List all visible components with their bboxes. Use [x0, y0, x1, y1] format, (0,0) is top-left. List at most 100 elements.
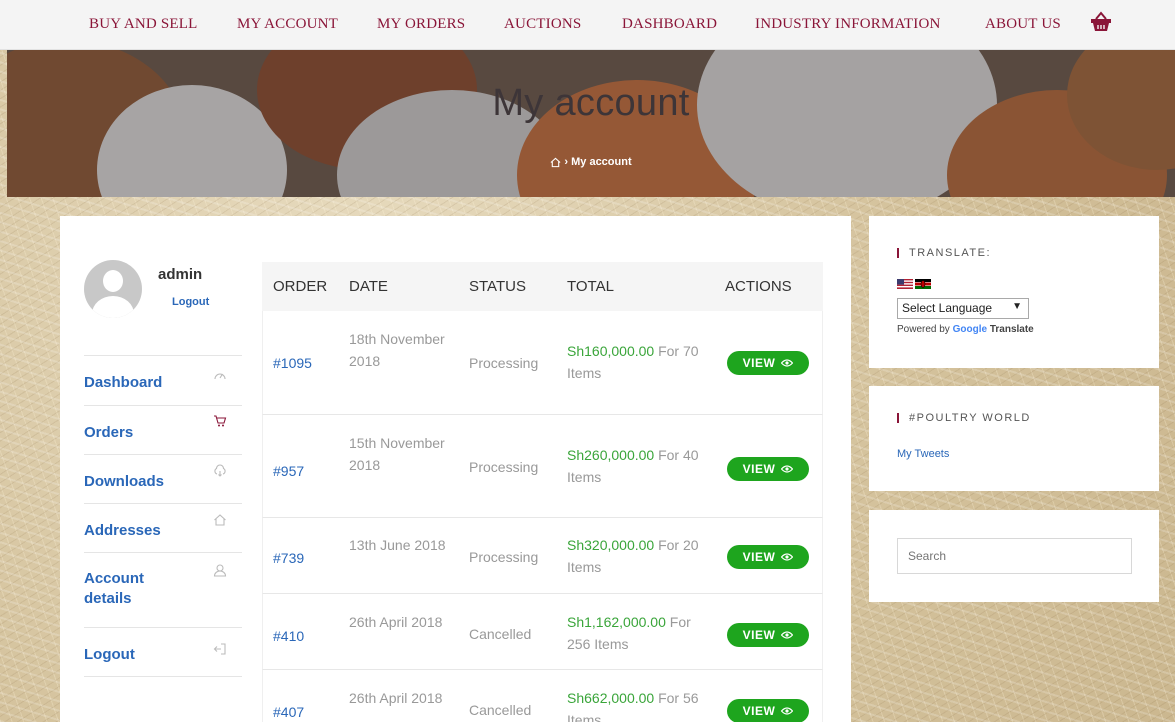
nav-auctions[interactable]: AUCTIONS: [504, 16, 581, 33]
header-order: ORDER: [273, 278, 328, 295]
account-nav-addresses[interactable]: Addresses: [84, 503, 242, 552]
cloud-download-icon: [214, 464, 226, 477]
account-nav-downloads[interactable]: Downloads: [84, 454, 242, 503]
account-nav-logout[interactable]: Logout: [84, 627, 242, 677]
nav-buy-and-sell[interactable]: BUY AND SELL: [89, 16, 198, 33]
my-tweets-link[interactable]: My Tweets: [897, 448, 949, 460]
account-nav-label: Orders: [84, 424, 134, 441]
header-status: STATUS: [469, 278, 526, 295]
language-flags: [897, 276, 933, 294]
view-button-label: VIEW: [742, 356, 776, 370]
basket-icon[interactable]: [1089, 10, 1113, 34]
order-date: 26th April 2018: [349, 690, 443, 706]
header-date: DATE: [349, 278, 388, 295]
orders-table-header: ORDER DATE STATUS TOTAL ACTIONS: [262, 262, 823, 311]
language-select[interactable]: Select Language ▼: [897, 298, 1029, 319]
view-button-label: VIEW: [742, 550, 776, 564]
nav-about-us[interactable]: ABOUT US: [985, 16, 1061, 33]
view-button-label: VIEW: [742, 628, 776, 642]
table-row: #739 13th June 2018 Processing Sh320,000…: [262, 518, 823, 594]
powered-by-label: Powered by: [897, 324, 950, 335]
cart-icon: [214, 415, 227, 427]
account-nav-orders[interactable]: Orders: [84, 405, 242, 454]
order-amount: Sh1,162,000.00: [567, 614, 666, 630]
view-order-button[interactable]: VIEW: [727, 699, 809, 722]
username: admin: [158, 266, 203, 283]
order-date: 13th June 2018: [349, 537, 446, 553]
account-nav-account-details[interactable]: Account details: [84, 552, 242, 627]
account-nav-dashboard[interactable]: Dashboard: [84, 355, 242, 405]
orders-table: ORDER DATE STATUS TOTAL ACTIONS #1095 18…: [262, 262, 823, 722]
view-order-button[interactable]: VIEW: [727, 623, 809, 647]
order-amount: Sh160,000.00: [567, 343, 655, 359]
user-icon: [213, 564, 227, 577]
order-number-link[interactable]: #407: [273, 701, 304, 722]
widget-title: #POULTRY WORLD: [897, 413, 1031, 424]
eye-icon: [781, 631, 794, 639]
order-total: Sh320,000.00 For 20 Items: [567, 534, 707, 578]
user-logout-link[interactable]: Logout: [172, 296, 209, 308]
home-icon: [214, 514, 226, 526]
poultry-world-widget: #POULTRY WORLD My Tweets: [869, 386, 1159, 491]
order-total: Sh160,000.00 For 70 Items: [567, 340, 707, 384]
account-navigation: Dashboard Orders Downloads Addresses Acc…: [84, 355, 242, 677]
translate-widget: TRANSLATE: Select Language ▼ Powered by …: [869, 216, 1159, 368]
view-order-button[interactable]: VIEW: [727, 351, 809, 375]
avatar: [84, 260, 142, 318]
nav-dashboard[interactable]: DASHBOARD: [622, 16, 717, 33]
eye-icon: [781, 359, 794, 367]
nav-my-account[interactable]: MY ACCOUNT: [237, 16, 338, 33]
nav-industry-information[interactable]: INDUSTRY INFORMATION: [755, 16, 941, 33]
account-nav-label: Addresses: [84, 522, 161, 539]
chevron-down-icon: ▼: [1012, 301, 1022, 312]
table-row: #410 26th April 2018 Cancelled Sh1,162,0…: [262, 594, 823, 670]
powered-by-google: Powered by Google Translate: [897, 324, 1034, 335]
page-title: My account: [492, 82, 690, 124]
hero-banner: My account › My account: [7, 50, 1175, 197]
account-nav-label: Dashboard: [84, 374, 163, 391]
us-flag-icon[interactable]: [897, 279, 913, 289]
kenya-flag-icon[interactable]: [915, 279, 931, 289]
google-logo[interactable]: Google: [953, 324, 987, 335]
table-row: #957 15th November 2018 Processing Sh260…: [262, 415, 823, 518]
order-total: Sh260,000.00 For 40 Items: [567, 444, 707, 488]
breadcrumb-current: My account: [571, 156, 632, 169]
eye-icon: [781, 707, 794, 715]
order-number-link[interactable]: #410: [273, 625, 304, 647]
view-order-button[interactable]: VIEW: [727, 457, 809, 481]
account-panel: admin Logout Dashboard Orders Downloads: [60, 216, 851, 722]
view-button-label: VIEW: [742, 462, 776, 476]
order-amount: Sh320,000.00: [567, 537, 655, 553]
order-date: 18th November 2018: [349, 331, 445, 369]
home-icon[interactable]: [550, 157, 561, 168]
order-number-link[interactable]: #1095: [273, 352, 312, 374]
order-status: Processing: [469, 549, 539, 565]
order-status: Cancelled: [469, 702, 532, 718]
translate-link[interactable]: Translate: [990, 324, 1034, 335]
search-input[interactable]: [897, 538, 1132, 574]
order-number-link[interactable]: #739: [273, 547, 304, 569]
account-nav-label: Account details: [84, 570, 144, 607]
language-select-value: Select Language: [902, 301, 993, 315]
gauge-icon: [214, 373, 226, 380]
nav-my-orders[interactable]: MY ORDERS: [377, 16, 465, 33]
order-total: Sh1,162,000.00 For 256 Items: [567, 611, 707, 655]
eye-icon: [781, 465, 794, 473]
widget-title: TRANSLATE:: [897, 248, 991, 259]
order-status: Cancelled: [469, 626, 532, 642]
order-status: Processing: [469, 355, 539, 371]
search-widget: [869, 510, 1159, 602]
logout-icon: [213, 643, 226, 655]
view-order-button[interactable]: VIEW: [727, 545, 809, 569]
order-date: 26th April 2018: [349, 614, 443, 630]
order-number-link[interactable]: #957: [273, 460, 304, 482]
eye-icon: [781, 553, 794, 561]
order-amount: Sh662,000.00: [567, 690, 655, 706]
table-row: #407 26th April 2018 Cancelled Sh662,000…: [262, 670, 823, 722]
breadcrumb: › My account: [7, 156, 1175, 168]
order-amount: Sh260,000.00: [567, 447, 655, 463]
order-date: 15th November 2018: [349, 435, 445, 473]
top-navigation: BUY AND SELL MY ACCOUNT MY ORDERS AUCTIO…: [0, 0, 1175, 50]
account-nav-label: Logout: [84, 646, 135, 663]
order-status: Processing: [469, 459, 539, 475]
